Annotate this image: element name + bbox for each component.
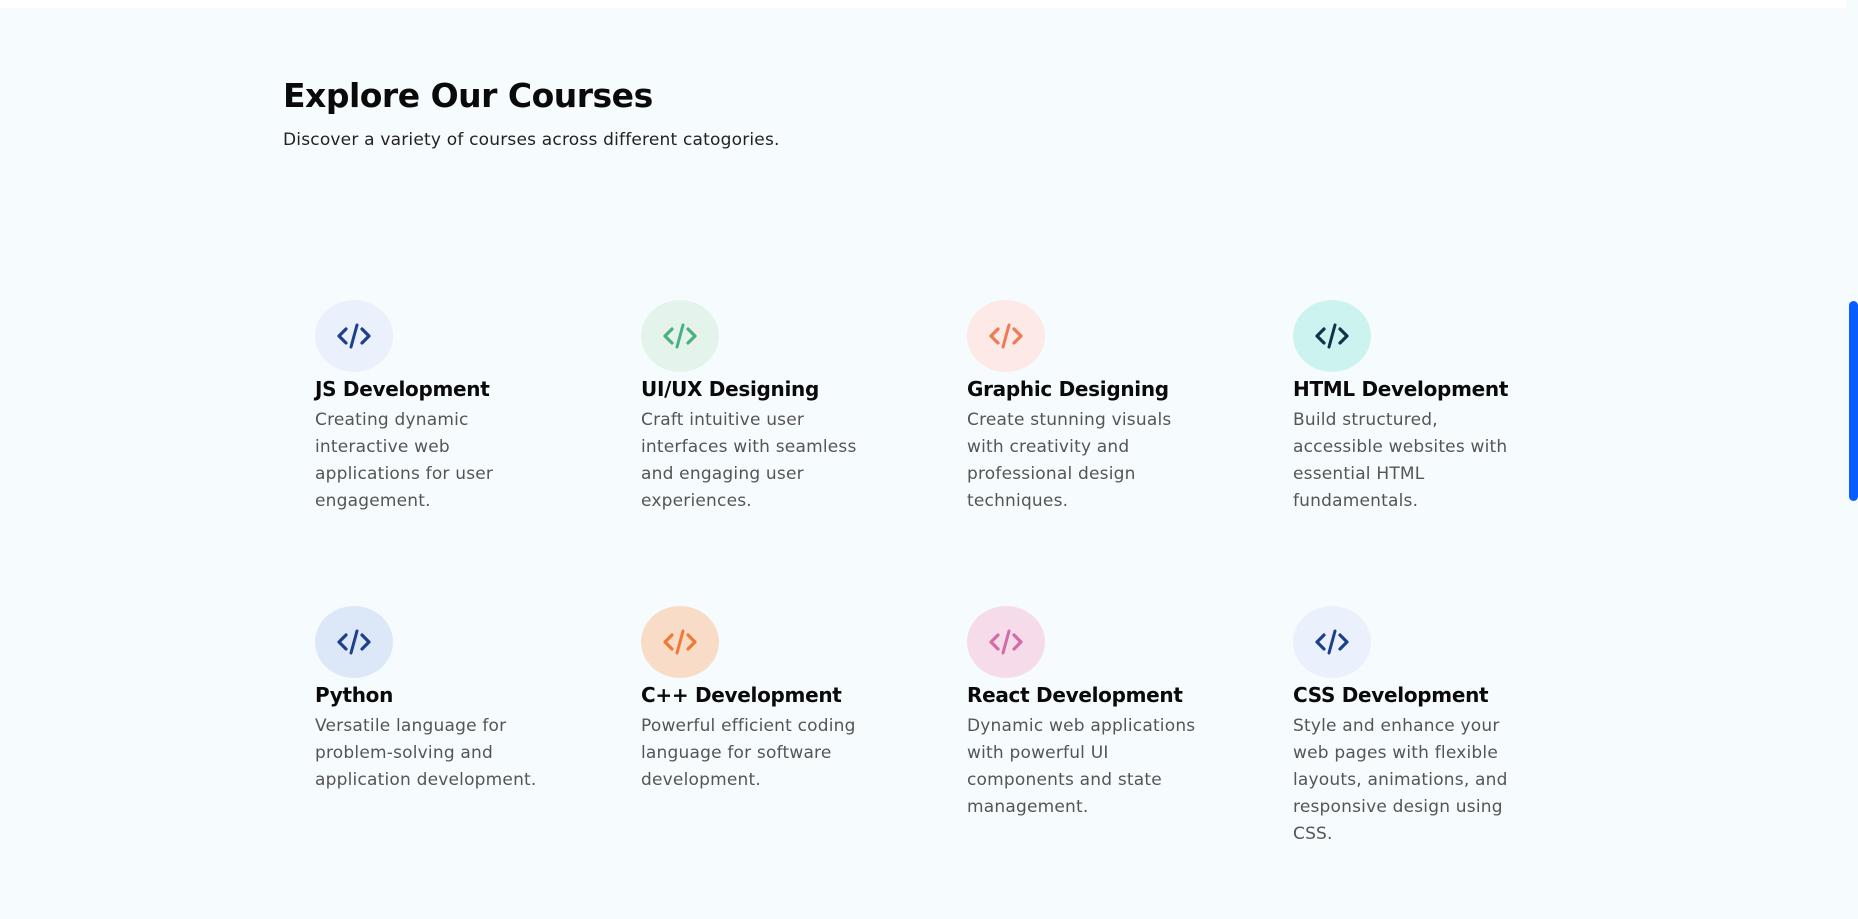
code-icon	[1293, 606, 1371, 678]
course-description: Craft intuitive user interfaces with sea…	[641, 410, 857, 511]
course-title: HTML Development	[1293, 377, 1509, 401]
course-description: Dynamic web applications with powerful U…	[967, 716, 1196, 817]
course-title: C++ Development	[641, 683, 842, 707]
code-icon	[967, 300, 1045, 372]
course-description: Powerful efficient coding language for s…	[641, 716, 856, 790]
course-title: Graphic Designing	[967, 377, 1169, 401]
course-title: CSS Development	[1293, 683, 1489, 707]
course-card-cpp[interactable]: C++ Development Powerful efficient codin…	[641, 606, 871, 794]
code-icon	[641, 300, 719, 372]
course-card-css[interactable]: CSS Development Style and enhance your w…	[1293, 606, 1523, 848]
section-title: Explore Our Courses	[283, 76, 653, 115]
course-card-uiux[interactable]: UI/UX Designing Craft intuitive user int…	[641, 300, 871, 515]
courses-section: Explore Our Courses Discover a variety o…	[0, 8, 1846, 919]
section-subtitle: Discover a variety of courses across dif…	[283, 130, 780, 150]
code-icon	[315, 606, 393, 678]
course-card-js[interactable]: JS Development Creating dynamic interact…	[315, 300, 545, 515]
course-card-python[interactable]: Python Versatile language for problem-so…	[315, 606, 545, 794]
course-card-graphic[interactable]: Graphic Designing Create stunning visual…	[967, 300, 1197, 515]
course-description: Build structured, accessible websites wi…	[1293, 410, 1508, 511]
course-description: Creating dynamic interactive web applica…	[315, 410, 494, 511]
code-icon	[1293, 300, 1371, 372]
code-icon	[641, 606, 719, 678]
course-card-html[interactable]: HTML Development Build structured, acces…	[1293, 300, 1523, 515]
code-icon	[967, 606, 1045, 678]
course-card-react[interactable]: React Development Dynamic web applicatio…	[967, 606, 1197, 821]
scrollbar-track[interactable]	[1846, 0, 1858, 919]
page: Explore Our Courses Discover a variety o…	[0, 0, 1858, 919]
course-title: React Development	[967, 683, 1183, 707]
scrollbar-thumb[interactable]	[1849, 301, 1858, 501]
course-title: UI/UX Designing	[641, 377, 820, 401]
course-description: Create stunning visuals with creativity …	[967, 410, 1172, 511]
course-title: JS Development	[315, 377, 490, 401]
course-title: Python	[315, 683, 394, 707]
code-icon	[315, 300, 393, 372]
course-description: Style and enhance your web pages with fl…	[1293, 716, 1508, 844]
course-description: Versatile language for problem-solving a…	[315, 716, 537, 790]
